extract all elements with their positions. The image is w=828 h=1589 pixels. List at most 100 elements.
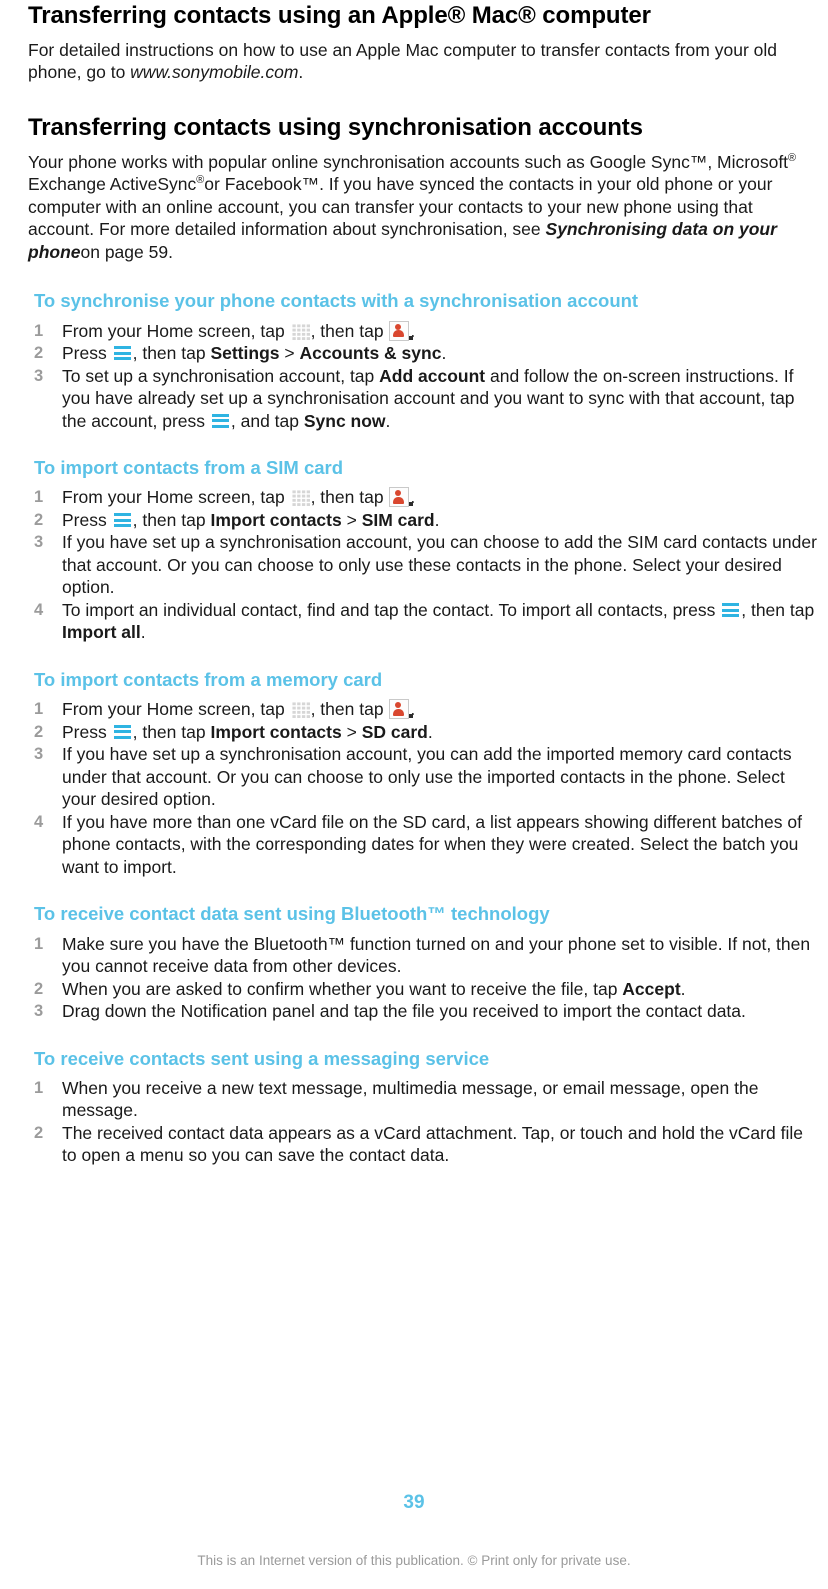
procedure-step: 3 Drag down the Notification panel and ta… bbox=[28, 1000, 818, 1023]
procedure-step: 4 To import an individual contact, find a… bbox=[28, 599, 818, 644]
step-text: , then tap bbox=[310, 320, 389, 341]
procedure-block: To receive contact data sent using Bluet… bbox=[28, 878, 818, 1022]
menu-bar bbox=[113, 518, 131, 522]
procedure-step: 1 From your Home screen, tap , then tap . bbox=[28, 698, 818, 721]
step-text: To set up a synchronisation account, tap bbox=[62, 365, 380, 386]
intro-text-after: . bbox=[298, 62, 304, 83]
intro-paragraph: For detailed instructions on how to use … bbox=[28, 30, 818, 84]
step-text: > bbox=[279, 343, 300, 364]
procedure-block: To synchronise your phone contacts with … bbox=[28, 263, 818, 432]
ui-label: Sync now bbox=[303, 410, 386, 431]
contacts-icon bbox=[389, 320, 414, 341]
step-number: 3 bbox=[34, 366, 44, 385]
procedure-step: 2 When you are asked to confirm whether y… bbox=[28, 978, 818, 1001]
step-number: 2 bbox=[34, 979, 44, 998]
contacts-badge bbox=[409, 714, 414, 719]
procedure-title: To receive contacts sent using a messagi… bbox=[34, 1047, 490, 1069]
step-text: . bbox=[434, 509, 440, 530]
step-number: 3 bbox=[34, 533, 44, 552]
procedure-steps: 1 From your Home screen, tap , then tap .… bbox=[28, 478, 818, 644]
step-text: , then tap bbox=[741, 599, 815, 620]
procedure-step: 1 From your Home screen, tap , then tap . bbox=[28, 486, 818, 509]
step-text: , then tap bbox=[310, 487, 389, 508]
procedure-title: To synchronise your phone contacts with … bbox=[34, 290, 639, 312]
section-paragraph: Your phone works with popular online syn… bbox=[28, 142, 818, 264]
menu-bar bbox=[722, 614, 740, 618]
step-text: , then tap bbox=[132, 509, 211, 530]
step-number: 1 bbox=[34, 488, 44, 507]
contacts-body bbox=[392, 708, 404, 716]
menu-bar bbox=[113, 357, 131, 361]
step-number: 2 bbox=[34, 1123, 44, 1142]
step-text: > bbox=[341, 509, 362, 530]
ui-label: Add account bbox=[379, 365, 486, 386]
menu-icon bbox=[113, 346, 131, 362]
menu-bar bbox=[113, 346, 131, 350]
step-number: 1 bbox=[34, 934, 44, 953]
menu-icon bbox=[113, 724, 131, 741]
menu-bar bbox=[113, 730, 131, 734]
ui-label: Settings bbox=[210, 343, 280, 364]
contacts-head bbox=[395, 702, 402, 709]
menu-bar bbox=[113, 735, 131, 739]
step-text: . bbox=[140, 622, 146, 643]
procedure-step: 3 If you have set up a synchronisation ac… bbox=[28, 743, 818, 811]
menu-bar bbox=[722, 602, 740, 606]
procedure-block: To import contacts from a SIM card 1 From … bbox=[28, 432, 818, 644]
ui-label: Import contacts bbox=[210, 509, 342, 530]
step-text: To import an individual contact, find an… bbox=[62, 599, 721, 620]
step-text: Press bbox=[62, 509, 112, 530]
menu-bar bbox=[113, 512, 131, 516]
procedure-step: 3 To set up a synchronisation account, ta… bbox=[28, 365, 818, 433]
procedure-step: 2 Press , then tap Import contacts > SD c… bbox=[28, 721, 818, 744]
step-number: 3 bbox=[34, 1002, 44, 1021]
step-text: If you have more than one vCard file on … bbox=[62, 811, 802, 877]
step-number: 4 bbox=[34, 812, 44, 831]
procedure-steps: 1 Make sure you have the Bluetooth™ funct… bbox=[28, 925, 818, 1023]
procedure-title: To import contacts from a SIM card bbox=[34, 457, 344, 479]
step-text: From your Home screen, tap bbox=[62, 320, 290, 341]
step-text: From your Home screen, tap bbox=[62, 487, 290, 508]
step-number: 1 bbox=[34, 700, 44, 719]
step-text: Drag down the Notification panel and tap… bbox=[62, 1001, 746, 1022]
menu-bar bbox=[113, 724, 131, 728]
document-page: Transferring contacts using an Apple® Ma… bbox=[0, 0, 828, 1589]
procedure-step: 2 Press , then tap Import contacts > SIM … bbox=[28, 509, 818, 532]
sonymobile-link[interactable]: www.sonymobile.com bbox=[130, 62, 298, 82]
page-title: Transferring contacts using an Apple® Ma… bbox=[28, 2, 651, 29]
app-grid-icon bbox=[290, 701, 310, 719]
para-part-2: Exchange ActiveSync bbox=[28, 174, 197, 195]
step-text: When you are asked to confirm whether yo… bbox=[62, 978, 623, 999]
step-text: When you receive a new text message, mul… bbox=[62, 1077, 759, 1121]
registered-mark-icon: ® bbox=[788, 151, 797, 164]
procedure-step: 2 Press , then tap Settings > Accounts & … bbox=[28, 342, 818, 365]
step-text: If you have set up a synchronisation acc… bbox=[62, 744, 792, 810]
step-number: 3 bbox=[34, 745, 44, 764]
procedure-steps: 1 From your Home screen, tap , then tap .… bbox=[28, 312, 818, 433]
page-number: 39 bbox=[403, 1492, 425, 1513]
menu-icon bbox=[113, 512, 131, 529]
para-part-4: on page 59. bbox=[80, 241, 173, 262]
contacts-head bbox=[395, 323, 402, 330]
procedure-list: To synchronise your phone contacts with … bbox=[28, 263, 818, 1167]
procedure-step: 1 When you receive a new text message, mu… bbox=[28, 1077, 818, 1122]
step-text: . bbox=[441, 343, 447, 364]
step-text: , then tap bbox=[132, 721, 211, 742]
contacts-body bbox=[392, 330, 404, 338]
contacts-body bbox=[392, 496, 404, 504]
procedure-steps: 1 From your Home screen, tap , then tap .… bbox=[28, 690, 818, 878]
procedure-step: 3 If you have set up a synchronisation ac… bbox=[28, 531, 818, 599]
app-grid-icon bbox=[290, 322, 310, 340]
ui-label: Import contacts bbox=[210, 721, 342, 742]
ui-label: Accept bbox=[622, 978, 681, 999]
footer-note: This is an Internet version of this publ… bbox=[197, 1553, 631, 1568]
procedure-step: 4 If you have more than one vCard file on… bbox=[28, 811, 818, 879]
contacts-badge bbox=[409, 502, 414, 507]
step-text: , then tap bbox=[132, 343, 211, 364]
step-text: > bbox=[341, 721, 362, 742]
step-text: , then tap bbox=[310, 699, 389, 720]
step-text: Make sure you have the Bluetooth™ functi… bbox=[62, 933, 811, 977]
step-number: 2 bbox=[34, 344, 44, 363]
ui-label: SIM card bbox=[361, 509, 435, 530]
